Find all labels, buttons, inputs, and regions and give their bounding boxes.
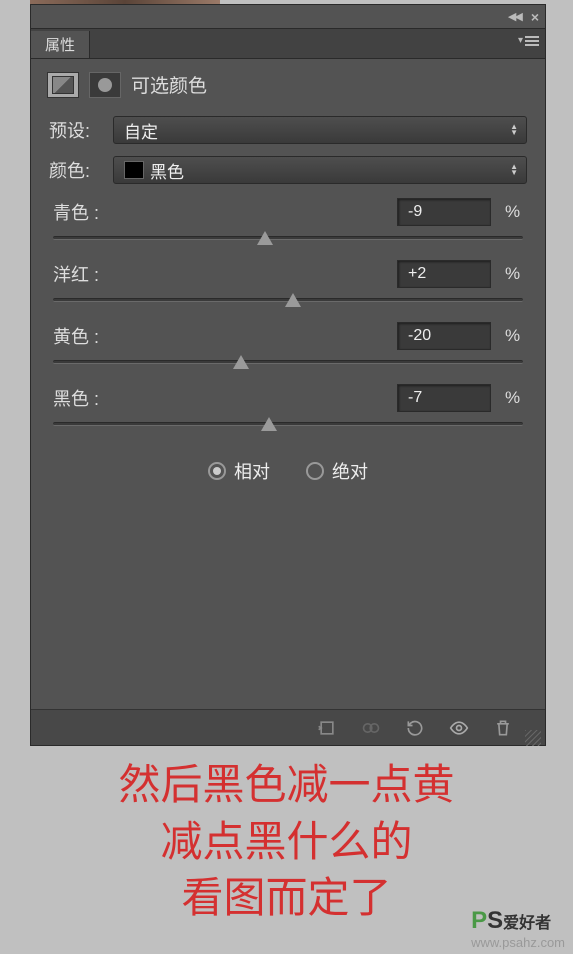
preset-label: 预设: bbox=[49, 117, 105, 143]
color-row: 颜色: 黑色 ▲▼ bbox=[49, 156, 527, 184]
slider-label: 洋红 : bbox=[53, 261, 123, 287]
panel-bottom-bar bbox=[31, 709, 545, 745]
radio-icon bbox=[208, 462, 226, 480]
watermark-url: www.psahz.com bbox=[471, 935, 565, 950]
percent-label: % bbox=[505, 388, 523, 408]
slider-row: 青色 : % bbox=[49, 196, 527, 228]
slider-row: 洋红 : % bbox=[49, 258, 527, 290]
adjustment-header: 可选颜色 bbox=[31, 59, 545, 110]
watermark: PS爱好者 www.psahz.com bbox=[471, 907, 565, 950]
trash-icon[interactable] bbox=[481, 710, 525, 746]
radio-relative-label: 相对 bbox=[234, 458, 270, 484]
tab-properties[interactable]: 属性 bbox=[31, 31, 90, 58]
dropdown-arrows-icon: ▲▼ bbox=[510, 164, 518, 176]
selective-color-icon[interactable] bbox=[47, 72, 79, 98]
slider-row: 黄色 : % bbox=[49, 320, 527, 352]
color-dropdown[interactable]: 黑色 ▲▼ bbox=[113, 156, 527, 184]
slider-track[interactable] bbox=[49, 352, 527, 382]
mask-icon[interactable] bbox=[89, 72, 121, 98]
color-value: 黑色 bbox=[150, 158, 184, 183]
percent-label: % bbox=[505, 326, 523, 346]
method-radio-group: 相对 绝对 bbox=[49, 458, 527, 484]
panel-content: 预设: 自定 ▲▼ 颜色: 黑色 ▲▼ 青色 : % bbox=[31, 110, 545, 484]
color-label: 颜色: bbox=[49, 157, 105, 183]
adjustment-title: 可选颜色 bbox=[131, 71, 207, 98]
radio-icon bbox=[306, 462, 324, 480]
reset-icon[interactable] bbox=[393, 710, 437, 746]
percent-label: % bbox=[505, 264, 523, 284]
clip-to-layer-icon[interactable] bbox=[305, 710, 349, 746]
slider-track[interactable] bbox=[49, 414, 527, 444]
watermark-text: 爱好者 bbox=[503, 915, 551, 932]
preset-dropdown[interactable]: 自定 ▲▼ bbox=[113, 116, 527, 144]
slider-thumb[interactable] bbox=[233, 355, 249, 369]
resize-grip[interactable] bbox=[525, 710, 541, 746]
annotation-line1: 然后黑色减一点黄 bbox=[0, 758, 573, 815]
slider-row: 黑色 : % bbox=[49, 382, 527, 414]
panel-titlebar: ◀◀ × bbox=[31, 5, 545, 29]
slider-thumb[interactable] bbox=[285, 293, 301, 307]
percent-label: % bbox=[505, 202, 523, 222]
annotation-text: 然后黑色减一点黄 减点黑什么的 看图而定了 bbox=[0, 758, 573, 928]
slider-value-input[interactable] bbox=[397, 384, 491, 412]
slider-value-input[interactable] bbox=[397, 198, 491, 226]
slider-track[interactable] bbox=[49, 228, 527, 258]
preset-row: 预设: 自定 ▲▼ bbox=[49, 116, 527, 144]
visibility-icon[interactable] bbox=[437, 710, 481, 746]
slider-label: 黄色 : bbox=[53, 323, 123, 349]
slider-label: 黑色 : bbox=[53, 385, 123, 411]
tab-bar: 属性 ▾ bbox=[31, 29, 545, 59]
radio-relative[interactable]: 相对 bbox=[208, 458, 270, 484]
preset-value: 自定 bbox=[124, 118, 158, 143]
dropdown-arrows-icon: ▲▼ bbox=[510, 124, 518, 136]
view-previous-icon[interactable] bbox=[349, 710, 393, 746]
close-icon[interactable]: × bbox=[531, 9, 539, 25]
slider-value-input[interactable] bbox=[397, 260, 491, 288]
color-swatch bbox=[124, 161, 144, 179]
annotation-line2: 减点黑什么的 bbox=[0, 815, 573, 872]
slider-value-input[interactable] bbox=[397, 322, 491, 350]
panel-menu-icon[interactable]: ▾ bbox=[518, 35, 539, 46]
collapse-icon[interactable]: ◀◀ bbox=[508, 10, 521, 23]
slider-thumb[interactable] bbox=[261, 417, 277, 431]
slider-thumb[interactable] bbox=[257, 231, 273, 245]
slider-track[interactable] bbox=[49, 290, 527, 320]
radio-absolute[interactable]: 绝对 bbox=[306, 458, 368, 484]
radio-absolute-label: 绝对 bbox=[332, 458, 368, 484]
properties-panel: ◀◀ × 属性 ▾ 可选颜色 预设: 自定 ▲▼ 颜色: 黑色 ▲▼ bbox=[30, 4, 546, 746]
slider-label: 青色 : bbox=[53, 199, 123, 225]
